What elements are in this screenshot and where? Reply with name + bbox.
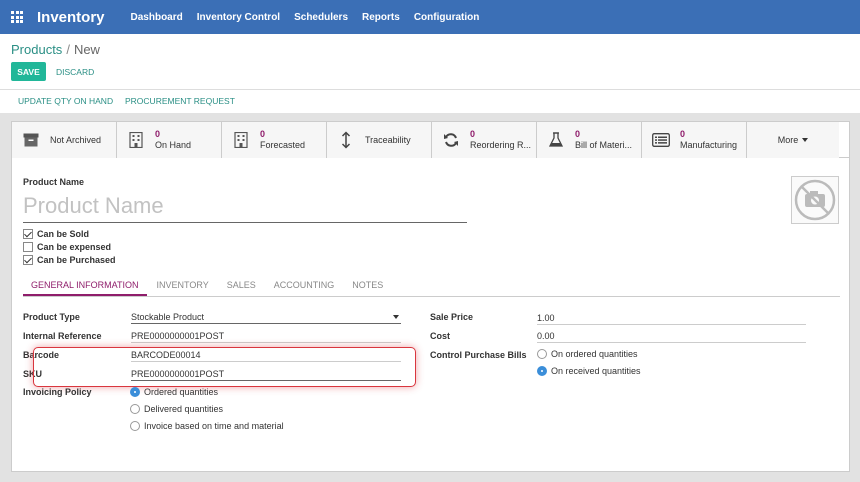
apps-grid-icon[interactable] [11,11,23,23]
more-label: More [777,135,799,145]
nav-reports[interactable]: Reports [362,12,400,23]
app-title[interactable]: Inventory [37,9,105,26]
can-be-purchased-row: Can be Purchased [23,255,116,265]
refresh-icon [442,131,460,149]
on-hand-count: 0 [155,129,161,139]
archive-icon [22,131,40,149]
nav-inventory-control[interactable]: Inventory Control [197,12,280,23]
invoicing-delivered-option[interactable]: Delivered quantities [130,404,223,414]
bom-count: 0 [575,129,581,139]
product-form-sheet: Not Archived 0 On Hand 0 Forecasted Tracea… [11,121,850,472]
traceability-label: Traceability [365,134,411,145]
control-ordered-option[interactable]: On ordered quantities [537,349,638,359]
breadcrumb: Products / New [11,42,100,57]
radio-button[interactable] [537,349,547,359]
product-type-select[interactable]: Stockable Product [131,311,401,324]
procurement-request-button[interactable]: PROCUREMENT REQUEST [125,96,235,106]
breadcrumb-separator: / [66,42,70,57]
product-name-label: Product Name [23,177,85,187]
manufacturing-label: Manufacturing [680,140,738,150]
invoicing-ordered-label: Ordered quantities [144,387,219,397]
bom-label: Bill of Materi... [575,140,633,150]
no-camera-icon [794,179,836,221]
radio-button[interactable] [130,387,140,397]
can-be-expensed-row: Can be expensed [23,242,111,252]
tab-general-information[interactable]: GENERAL INFORMATION [23,277,147,296]
save-button[interactable]: SAVE [11,62,46,81]
can-be-expensed-label: Can be expensed [37,242,112,252]
product-type-value: Stockable Product [131,312,205,322]
flask-icon [547,131,565,149]
breadcrumb-current: New [73,42,100,57]
nav-configuration[interactable]: Configuration [414,12,480,23]
sale-price-label: Sale Price [430,312,474,322]
can-be-purchased-label: Can be Purchased [37,255,116,265]
forecasted-label: Forecasted [260,140,306,150]
cost-label: Cost [430,331,450,341]
tab-sales[interactable]: SALES [219,277,264,296]
control-received-label: On received quantities [551,366,641,376]
radio-button[interactable] [537,366,547,376]
invoicing-policy-label: Invoicing Policy [23,387,92,397]
control-ordered-label: On ordered quantities [551,349,638,359]
form-tabs: GENERAL INFORMATION INVENTORY SALES ACCO… [23,277,840,297]
building-icon [232,131,250,149]
control-received-option[interactable]: On received quantities [537,366,641,376]
on-hand-label: On Hand [155,140,192,150]
invoicing-time-material-label: Invoice based on time and material [144,421,284,431]
product-image[interactable] [791,176,839,224]
on-hand-button[interactable]: 0 On Hand [117,122,222,158]
can-be-sold-checkbox[interactable] [23,229,33,239]
cost-field[interactable]: 0.00 [537,330,806,343]
invoicing-time-material-option[interactable]: Invoice based on time and material [130,421,284,431]
smart-buttons-row: Not Archived 0 On Hand 0 Forecasted Tracea… [12,122,849,158]
product-name-input[interactable] [23,190,467,223]
invoicing-delivered-label: Delivered quantities [144,404,224,414]
nav-schedulers[interactable]: Schedulers [294,12,348,23]
tab-notes[interactable]: NOTES [344,277,391,296]
tab-inventory[interactable]: INVENTORY [149,277,217,296]
manufacturing-count: 0 [680,129,686,139]
control-purchase-bills-label: Control Purchase Bills [430,350,527,360]
manufacturing-button[interactable]: 0 Manufacturing [642,122,747,158]
divider [0,89,860,90]
reordering-count: 0 [470,129,476,139]
can-be-sold-row: Can be Sold [23,229,89,239]
invoicing-ordered-option[interactable]: Ordered quantities [130,387,218,397]
forecasted-button[interactable]: 0 Forecasted [222,122,327,158]
top-navbar: Inventory Dashboard Inventory Control Sc… [0,0,860,34]
discard-button[interactable]: DISCARD [56,67,94,77]
internal-reference-label: Internal Reference [23,331,102,341]
reordering-label: Reordering R... [470,140,532,150]
list-icon [652,131,670,149]
radio-button[interactable] [130,421,140,431]
updown-arrow-icon [337,131,355,149]
internal-reference-field[interactable]: PRE0000000001POST [131,330,401,343]
can-be-purchased-checkbox[interactable] [23,255,33,265]
bill-of-materials-button[interactable]: 0 Bill of Materi... [537,122,642,158]
chevron-down-icon [393,315,399,319]
sale-price-field[interactable]: 1.00 [537,312,806,325]
reordering-rules-button[interactable]: 0 Reordering R... [432,122,537,158]
building-icon [127,131,145,149]
traceability-button[interactable]: Traceability [327,122,432,158]
archive-toggle-button[interactable]: Not Archived [12,122,117,158]
barcode-sku-highlight [33,347,416,387]
product-type-label: Product Type [23,312,80,322]
update-qty-on-hand-button[interactable]: UPDATE QTY ON HAND [18,96,113,106]
more-dropdown-button[interactable]: More [747,122,839,158]
forecasted-count: 0 [260,129,266,139]
radio-button[interactable] [130,404,140,414]
archive-label: Not Archived [50,134,102,145]
can-be-expensed-checkbox[interactable] [23,242,33,252]
chevron-down-icon [802,138,809,142]
nav-dashboard[interactable]: Dashboard [131,12,183,23]
can-be-sold-label: Can be Sold [37,229,90,239]
breadcrumb-products[interactable]: Products [11,42,62,57]
tab-accounting[interactable]: ACCOUNTING [266,277,343,296]
